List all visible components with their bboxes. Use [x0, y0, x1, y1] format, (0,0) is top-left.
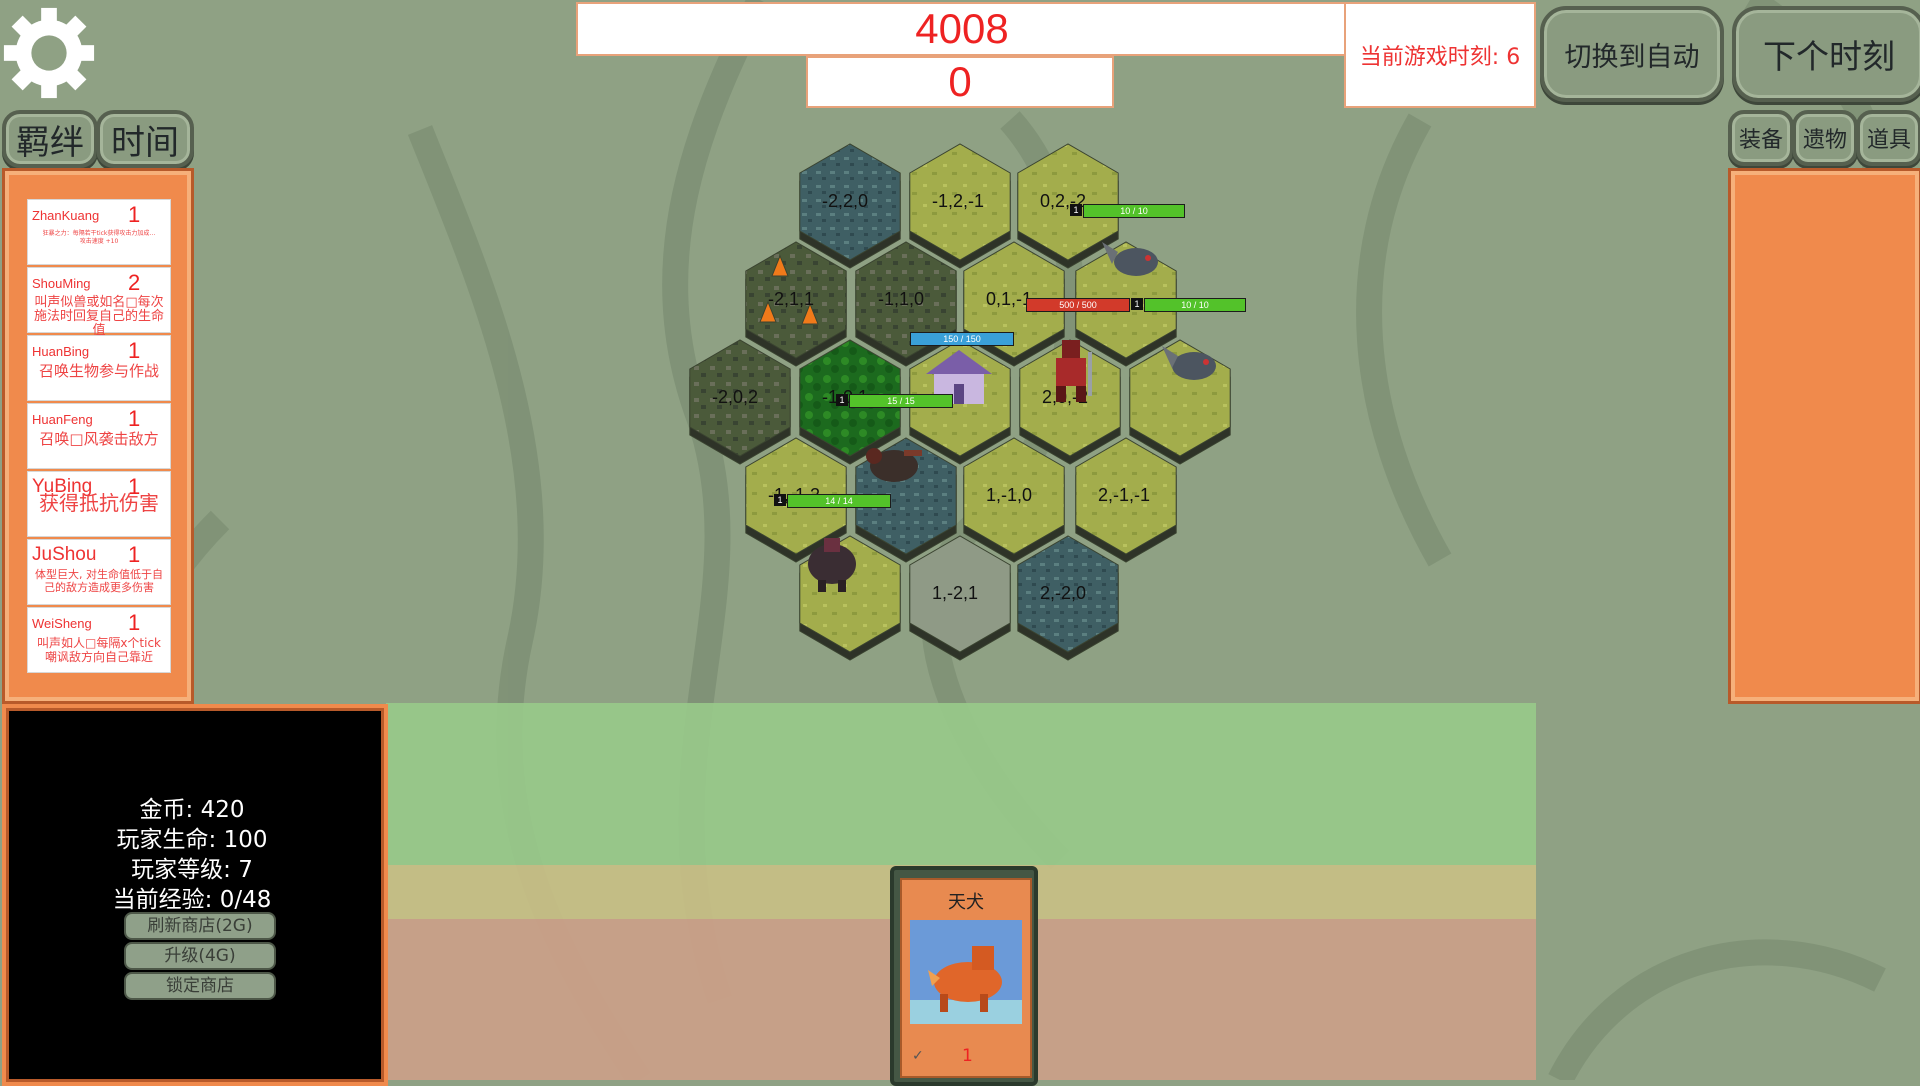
hex-coordinate-label: 1,-2,1	[932, 583, 979, 603]
synergy-card-jushou[interactable]: JuShou 1 体型巨大, 对生命值低于自己的敌方造成更多伤害	[27, 539, 171, 605]
refresh-shop-button[interactable]: 刷新商店(2G)	[124, 912, 276, 940]
hex-coordinate-label: -2,2,0	[822, 191, 869, 211]
synergy-card-yubing[interactable]: YuBing 1 获得抵抗伤害	[27, 471, 171, 537]
hex-coordinate-label: 2,-2,0	[1040, 583, 1087, 603]
synergy-card-huanfeng[interactable]: HuanFeng 1 召唤□风袭击敌方	[27, 403, 171, 469]
unit-level-badge: 1	[836, 394, 848, 406]
synergy-count: 1	[128, 202, 141, 227]
health-bar: 500 / 500	[1026, 298, 1130, 312]
boar-icon	[808, 538, 856, 592]
synergy-name: HuanBing	[32, 344, 90, 359]
health-bar: 10 / 10	[1144, 298, 1246, 312]
sub-score-display: 0	[806, 56, 1114, 108]
hex-coordinate-label: -1,1,0	[878, 289, 925, 309]
hex-coordinate-label: 1,-1,0	[986, 485, 1033, 505]
shop-card-name: 天犬	[948, 892, 984, 913]
player-life-label: 玩家生命: 100	[116, 827, 268, 853]
unit-fish-beast-2[interactable]	[1160, 332, 1224, 392]
checkmark-icon: ✓	[912, 1048, 924, 1064]
synergy-card-shouming[interactable]: ShouMing 2 叫声似兽或如名□每次施法时回复自己的生命值	[27, 267, 171, 338]
score-display: 4008	[576, 2, 1348, 56]
synergy-count: 1	[128, 406, 141, 431]
synergy-count: 2	[128, 270, 141, 295]
shop-card[interactable]: 天犬 ✓ 1	[890, 866, 1038, 1086]
fish-beast-icon	[1102, 242, 1158, 276]
tab-time[interactable]: 时间	[96, 110, 194, 168]
synergy-desc: 体型巨大, 对生命值低于自己的敌方造成更多伤害	[35, 568, 163, 594]
shop-card-cost: 1	[962, 1046, 973, 1066]
fish-beast-icon	[1162, 346, 1216, 380]
unit-level-badge: 1	[1070, 204, 1082, 216]
tab-bond[interactable]: 羁绊	[2, 110, 98, 168]
lock-shop-button[interactable]: 锁定商店	[124, 972, 276, 1000]
shop-card-face: 天犬 ✓ 1	[900, 878, 1032, 1078]
unit-red-warrior[interactable]	[1040, 332, 1104, 406]
synergy-card-huanbing[interactable]: HuanBing 1 召唤生物参与作战	[27, 335, 171, 401]
settings-gear-icon[interactable]	[0, 4, 98, 102]
unit-boar[interactable]	[800, 522, 864, 594]
player-level-label: 玩家等级: 7	[131, 857, 253, 883]
synergy-count: 1	[128, 610, 141, 635]
tab-item[interactable]: 道具	[1856, 110, 1920, 166]
synergy-name: ShouMing	[32, 276, 91, 291]
unit-level-badge: 1	[774, 494, 786, 506]
synergy-desc: 召唤□风袭击敌方	[39, 430, 159, 448]
synergy-card-zhankuang[interactable]: ZhanKuang 1 狂暴之力：每隔若干tick获得攻击力加成… 攻击速度 +1…	[27, 199, 171, 265]
hex-coordinate-label: -2,1,1	[768, 289, 815, 309]
synergy-count: 1	[128, 542, 141, 567]
synergy-name: ZhanKuang	[32, 208, 100, 223]
player-exp-label: 当前经验: 0/48	[112, 887, 272, 913]
unit-level-badge: 1	[1131, 298, 1143, 310]
unit-fish-beast[interactable]	[1100, 228, 1164, 288]
inventory-panel	[1728, 168, 1920, 704]
bird-icon	[866, 448, 922, 482]
warrior-icon	[1056, 340, 1092, 402]
next-tick-button[interactable]: 下个时刻	[1732, 6, 1920, 102]
hex-coordinate-label: 2,-1,-1	[1098, 485, 1151, 505]
player-info-panel: 金币: 420 玩家生命: 100 玩家等级: 7 当前经验: 0/48 刷新商…	[2, 704, 388, 1086]
synergy-desc: 叫声如人□每隔x个tick嘲讽敌方向自己靠近	[36, 636, 162, 664]
synergy-desc: 获得抵抗伤害	[39, 491, 159, 515]
gold-label: 金币: 420	[139, 797, 245, 823]
unit-bird[interactable]	[860, 432, 930, 492]
hex-coordinate-label: -1,2,-1	[932, 191, 985, 211]
synergy-panel: ZhanKuang 1 狂暴之力：每隔若干tick获得攻击力加成… 攻击速度 +1…	[2, 168, 194, 704]
synergy-name: WeiSheng	[32, 616, 92, 631]
synergy-card-weisheng[interactable]: WeiSheng 1 叫声如人□每隔x个tick嘲讽敌方向自己靠近	[27, 607, 171, 673]
health-bar: 150 / 150	[910, 332, 1014, 346]
synergy-desc: 狂暴之力：每隔若干tick获得攻击力加成… 攻击速度 +10	[42, 230, 156, 245]
game-clock: 当前游戏时刻: 6	[1344, 2, 1536, 108]
synergy-desc: 召唤生物参与作战	[38, 362, 159, 380]
synergy-count: 1	[128, 338, 141, 363]
synergy-name: HuanFeng	[32, 412, 93, 427]
health-bar: 15 / 15	[849, 394, 953, 408]
synergy-desc: 叫声似兽或如名□每次施法时回复自己的生命值	[33, 295, 164, 338]
tab-equipment[interactable]: 装备	[1728, 110, 1794, 166]
tab-relic[interactable]: 遗物	[1792, 110, 1858, 166]
health-bar: 14 / 14	[787, 494, 891, 508]
synergy-name: JuShou	[32, 544, 97, 565]
bench-area[interactable]	[386, 703, 1536, 865]
upgrade-button[interactable]: 升级(4G)	[124, 942, 276, 970]
auto-mode-button[interactable]: 切换到自动	[1540, 6, 1724, 102]
hex-coordinate-label: -2,0,2	[712, 387, 759, 407]
health-bar: 10 / 10	[1083, 204, 1185, 218]
dog-portrait-icon	[910, 920, 1022, 1024]
